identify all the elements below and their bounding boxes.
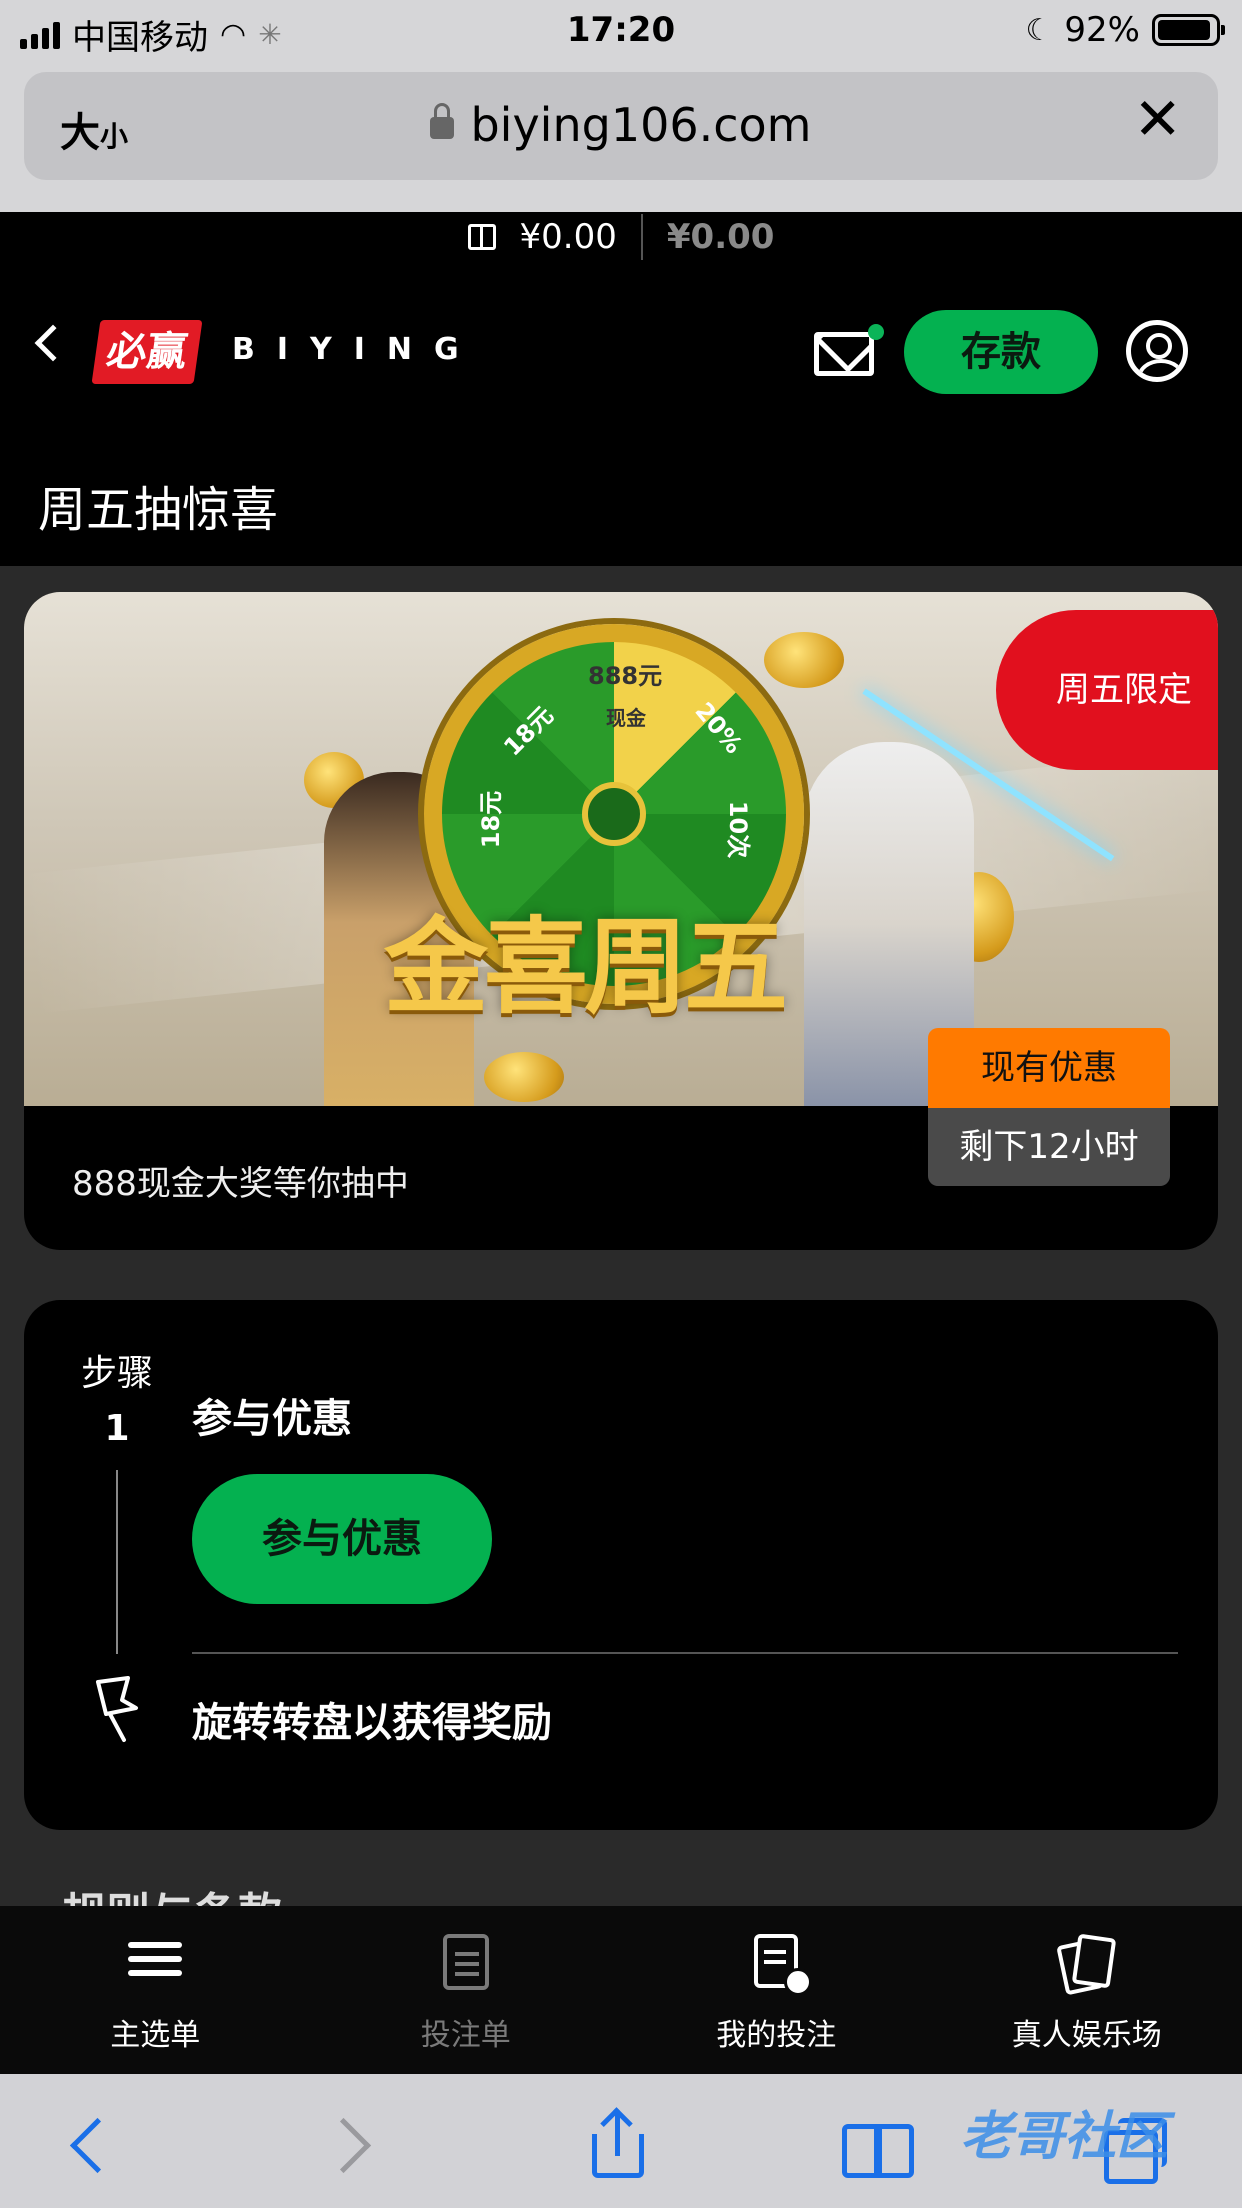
friday-badge: 周五限定 bbox=[996, 610, 1218, 770]
mail-icon[interactable] bbox=[814, 332, 874, 376]
close-icon[interactable]: ✕ bbox=[1133, 90, 1182, 148]
battery-percent: 92% bbox=[1064, 10, 1140, 50]
balance-divider bbox=[640, 214, 643, 260]
promo-description: 888现金大奖等你抽中 bbox=[72, 1164, 409, 1204]
balance-bonus: ¥0.00 bbox=[666, 217, 775, 257]
time-remaining-badge: 剩下12小时 bbox=[928, 1108, 1170, 1186]
coin-decoration bbox=[484, 1052, 564, 1102]
my-bets-icon bbox=[754, 1934, 813, 1996]
site-header: ¥0.00 ¥0.00 必赢 BIYING 存款 周五抽惊喜 bbox=[0, 212, 1242, 566]
promo-card[interactable]: 888元 现金 20% 10次 18元 18元 金喜周五 周五限定 现有优惠 剩… bbox=[24, 592, 1218, 1250]
join-promotion-button[interactable]: 参与优惠 bbox=[192, 1474, 492, 1604]
back-icon[interactable] bbox=[34, 324, 72, 362]
coin-decoration bbox=[764, 632, 844, 688]
moon-icon: ☾ bbox=[1025, 12, 1053, 48]
terms-heading: 规则与条款 bbox=[62, 1878, 282, 1906]
banner-title: 金喜周五 bbox=[384, 905, 788, 1028]
tab-live-casino[interactable]: 真人娱乐场 bbox=[932, 1906, 1242, 2074]
tab-betslip[interactable]: 投注单 bbox=[311, 1906, 622, 2074]
deposit-button[interactable]: 存款 bbox=[904, 310, 1098, 394]
tab-label: 真人娱乐场 bbox=[1011, 2018, 1162, 2053]
balance-row: ¥0.00 ¥0.00 bbox=[0, 212, 1242, 262]
wheel-label: 888元 bbox=[588, 662, 663, 690]
nav-row: 必赢 BIYING 存款 bbox=[0, 302, 1242, 402]
browser-chrome-top: 中国移动 ◠ ✳ 17:20 ☾ 92% 大小 biying106.com ✕ bbox=[0, 0, 1242, 212]
lock-icon bbox=[430, 103, 455, 139]
tab-label: 投注单 bbox=[420, 2018, 511, 2053]
brand-logo[interactable]: 必赢 bbox=[91, 320, 203, 384]
flag-icon bbox=[96, 1676, 138, 1742]
notification-dot bbox=[868, 324, 884, 340]
balance-main: ¥0.00 bbox=[519, 217, 617, 257]
page-title: 周五抽惊喜 bbox=[38, 482, 279, 538]
tab-my-bets[interactable]: 我的投注 bbox=[621, 1906, 932, 2074]
wheel-label: 18元 bbox=[498, 701, 559, 762]
user-icon[interactable] bbox=[1126, 320, 1188, 382]
wheel-label: 20% bbox=[689, 696, 748, 760]
status-bar: 中国移动 ◠ ✳ 17:20 ☾ 92% bbox=[0, 0, 1242, 62]
betslip-icon bbox=[442, 1934, 489, 1990]
step-connector bbox=[116, 1470, 118, 1654]
step-label: 步骤 bbox=[80, 1353, 153, 1394]
status-right: ☾ 92% bbox=[1025, 10, 1225, 50]
share-icon[interactable] bbox=[584, 2112, 654, 2182]
steps-card: 步骤 1 参与优惠 参与优惠 旋转转盘以获得奖励 bbox=[24, 1300, 1218, 1830]
url-text: biying106.com bbox=[470, 98, 812, 152]
gift-icon bbox=[467, 224, 496, 250]
step-number: 1 bbox=[104, 1408, 130, 1449]
address-bar[interactable]: 大小 biying106.com ✕ bbox=[24, 72, 1218, 180]
offer-badge: 现有优惠 bbox=[928, 1028, 1170, 1108]
tab-label: 主选单 bbox=[110, 2018, 201, 2053]
browser-back-icon[interactable] bbox=[62, 2112, 132, 2182]
brand-name: BIYING bbox=[232, 332, 481, 367]
url-display[interactable]: biying106.com bbox=[24, 98, 1218, 152]
tab-main-menu[interactable]: 主选单 bbox=[0, 1906, 311, 2074]
battery-fill bbox=[1158, 20, 1210, 40]
battery-icon bbox=[1152, 14, 1225, 46]
watermark-logo: 老哥社区 bbox=[960, 2107, 1169, 2167]
step-title: 参与优惠 bbox=[192, 1396, 352, 1442]
live-casino-icon bbox=[1055, 1933, 1117, 1996]
menu-icon bbox=[125, 1934, 185, 1994]
bottom-tab-bar: 主选单 投注单 我的投注 真人娱乐场 bbox=[0, 1906, 1242, 2074]
wheel-label: 现金 bbox=[606, 706, 646, 730]
wheel-label: 18元 bbox=[477, 790, 506, 849]
bookmarks-icon[interactable] bbox=[840, 2112, 914, 2182]
browser-forward-icon[interactable] bbox=[318, 2112, 388, 2182]
tab-label: 我的投注 bbox=[716, 2018, 837, 2053]
safari-toolbar: 老哥社区 bbox=[0, 2074, 1242, 2208]
step-divider bbox=[192, 1652, 1178, 1654]
wheel-hub bbox=[582, 782, 646, 846]
wheel-label: 10次 bbox=[724, 800, 753, 859]
final-step-text: 旋转转盘以获得奖励 bbox=[192, 1700, 552, 1746]
